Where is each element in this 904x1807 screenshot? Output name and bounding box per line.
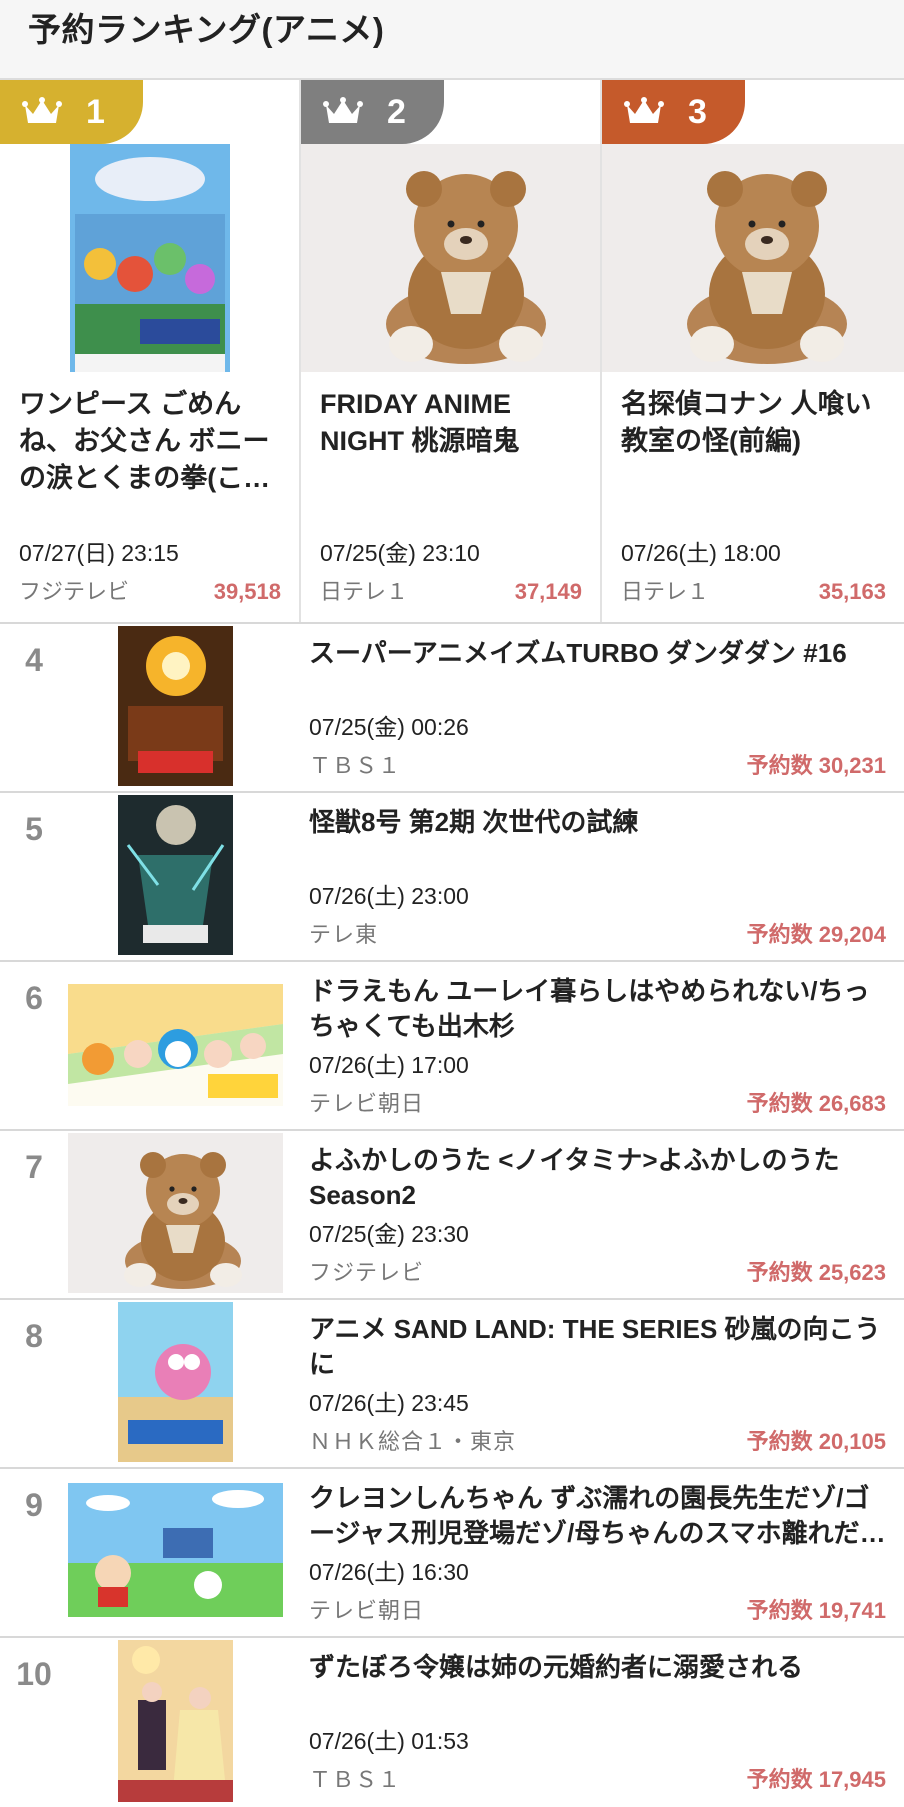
ranking-row-8[interactable]: 8 アニメ SAND LAND: THE SERIES 砂嵐の向こうに 07/2… [0, 1300, 904, 1469]
program-thumbnail[interactable] [118, 626, 233, 786]
program-channel: フジテレビ [309, 1260, 425, 1285]
program-datetime: 07/26(土) 23:00 [309, 883, 469, 909]
program-thumbnail[interactable] [118, 1302, 233, 1462]
rank-number: 10 [16, 1656, 52, 1692]
rank-badge-gold: 1 [0, 80, 143, 144]
rank-number: 1 [86, 92, 105, 131]
program-datetime: 07/27(日) 23:15 [19, 540, 179, 566]
ranking-row-4[interactable]: 4 スーパーアニメイズムTURBO ダンダダン #16 07/25(金) 00:… [0, 624, 904, 793]
program-channel: ＮＨＫ総合１・東京 [309, 1429, 517, 1454]
program-channel: テレ東 [309, 922, 379, 947]
program-title[interactable]: クレヨンしんちゃん ずぶ濡れの園長先生だゾ/ゴージャス刑児登場だゾ/母ちゃんのス… [309, 1481, 886, 1551]
crown-icon [624, 97, 664, 123]
reservation-count: 39,518 [213, 579, 281, 604]
reservation-count: 予約数 29,204 [746, 922, 886, 947]
program-title[interactable]: 怪獣8号 第2期 次世代の試練 [309, 805, 886, 840]
program-title[interactable]: スーパーアニメイズムTURBO ダンダダン #16 [309, 636, 886, 671]
program-thumbnail[interactable] [118, 1640, 233, 1802]
reservation-count: 予約数 19,741 [746, 1598, 886, 1623]
rank-number: 8 [25, 1318, 43, 1354]
program-meta: 日テレ１ 37,149 [320, 574, 582, 606]
reservation-count: 35,163 [818, 579, 886, 604]
program-meta: 日テレ１ 35,163 [621, 574, 886, 606]
reservation-count: 37,149 [514, 579, 582, 604]
program-thumbnail[interactable] [68, 1483, 283, 1617]
program-datetime: 07/25(金) 23:10 [320, 540, 480, 566]
program-title[interactable]: 名探偵コナン 人喰い教室の怪(前編) [621, 386, 890, 460]
rank-number: 6 [25, 980, 43, 1016]
program-channel: テレビ朝日 [309, 1091, 425, 1116]
program-datetime: 07/26(土) 23:45 [309, 1390, 469, 1416]
page-title: 予約ランキング(アニメ) [28, 11, 385, 48]
program-datetime: 07/26(土) 17:00 [309, 1052, 469, 1078]
program-title[interactable]: ドラえもん ユーレイ暮らしはやめられない/ちっちゃくても出木杉 [309, 974, 886, 1044]
reservation-count: 予約数 30,231 [746, 753, 886, 778]
crown-icon [323, 97, 363, 123]
reservation-count: 予約数 17,945 [746, 1767, 886, 1792]
reservation-count: 予約数 26,683 [746, 1091, 886, 1116]
ranking-row-6[interactable]: 6 ドラえもん ユーレイ暮らしはやめられない/ちっちゃくても出木杉 07/26(… [0, 962, 904, 1131]
top-card-3[interactable]: 3 名探偵コナン 人喰い教室の怪(前編) 07/26(土) 18:00 日テレ１… [602, 80, 904, 622]
page-header: 予約ランキング(アニメ) [0, 0, 904, 80]
program-channel: ＴＢＳ１ [309, 1767, 402, 1792]
reservation-count: 予約数 20,105 [746, 1429, 886, 1454]
program-datetime: 07/25(金) 23:30 [309, 1221, 469, 1247]
teddy-bear-placeholder-image[interactable] [68, 1133, 283, 1293]
ranking-row-9[interactable]: 9 クレヨンしんちゃん ずぶ濡れの園長先生だゾ/ゴージャス刑児登場だゾ/母ちゃん… [0, 1469, 904, 1638]
crown-icon [22, 97, 62, 123]
program-datetime: 07/26(土) 18:00 [621, 540, 781, 566]
program-title[interactable]: ずたぼろ令嬢は姉の元婚約者に溺愛される [309, 1650, 886, 1685]
ranking-row-5[interactable]: 5 怪獣8号 第2期 次世代の試練 07/26(土) 23:00 テレ東 予約数… [0, 793, 904, 962]
program-title[interactable]: アニメ SAND LAND: THE SERIES 砂嵐の向こうに [309, 1312, 886, 1382]
program-thumbnail[interactable] [68, 984, 283, 1106]
rank-number: 7 [25, 1149, 43, 1185]
rank-badge-bronze: 3 [602, 80, 745, 144]
rank-number: 5 [25, 811, 43, 847]
program-thumbnail[interactable] [118, 795, 233, 955]
program-datetime: 07/25(金) 00:26 [309, 714, 469, 740]
program-datetime: 07/26(土) 16:30 [309, 1559, 469, 1585]
program-channel: ＴＢＳ１ [309, 753, 402, 778]
rank-number: 2 [387, 92, 406, 131]
program-channel: テレビ朝日 [309, 1598, 425, 1623]
reservation-count: 予約数 25,623 [746, 1260, 886, 1285]
ranking-row-10[interactable]: 10 ずたぼろ令嬢は姉の元婚約者に溺愛される 07/26(土) 01:53 ＴＢ… [0, 1638, 904, 1804]
program-channel: フジテレビ [19, 579, 130, 604]
top3-section: 1 ワンピース ごめんね、お父さん ボニーの涙とくまの拳(こ… 07/27(日)… [0, 80, 904, 624]
program-channel: 日テレ１ [320, 579, 409, 604]
teddy-bear-placeholder-image[interactable] [301, 144, 600, 372]
ranking-row-7[interactable]: 7 よふかしのうた <ノイタミナ>よふかしのうた Season2 07/25(金… [0, 1131, 904, 1300]
program-channel: 日テレ１ [621, 579, 710, 604]
program-title[interactable]: よふかしのうた <ノイタミナ>よふかしのうた Season2 [309, 1143, 886, 1213]
top-card-1[interactable]: 1 ワンピース ごめんね、お父さん ボニーの涙とくまの拳(こ… 07/27(日)… [0, 80, 301, 622]
program-thumbnail[interactable] [0, 144, 299, 372]
program-title[interactable]: ワンピース ごめんね、お父さん ボニーの涙とくまの拳(こ… [19, 386, 285, 497]
top-card-2[interactable]: 2 FRIDAY ANIME NIGHT 桃源暗鬼 07/25(金) 23:10 [301, 80, 602, 622]
program-datetime: 07/26(土) 01:53 [309, 1728, 469, 1754]
rank-number: 4 [25, 642, 43, 678]
program-title[interactable]: FRIDAY ANIME NIGHT 桃源暗鬼 [320, 386, 586, 460]
rank-badge-silver: 2 [301, 80, 444, 144]
rank-number: 9 [25, 1487, 43, 1523]
rank-number: 3 [688, 92, 707, 131]
teddy-bear-placeholder-image[interactable] [602, 144, 904, 372]
program-meta: フジテレビ 39,518 [19, 574, 281, 606]
